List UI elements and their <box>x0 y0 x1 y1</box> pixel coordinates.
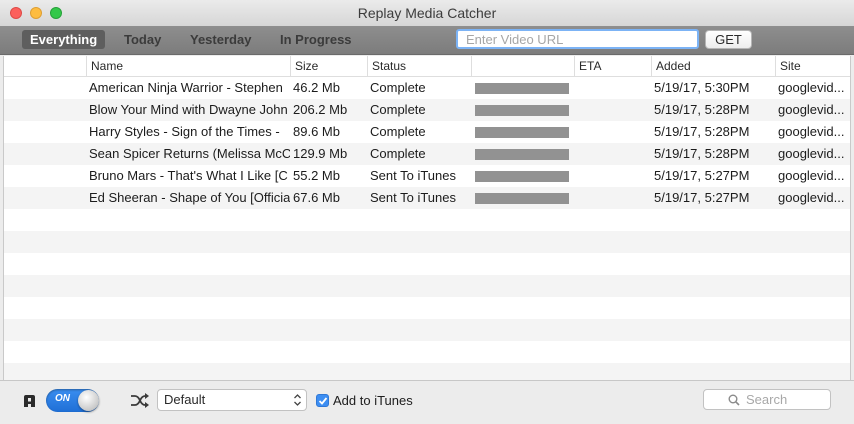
window-title: Replay Media Catcher <box>357 5 497 21</box>
progress-bar <box>475 193 569 204</box>
cell-eta <box>574 143 651 165</box>
table-row[interactable]: Blow Your Mind with Dwayne John 206.2 Mb C… <box>4 99 850 121</box>
cell-name: Bruno Mars - That's What I Like [C <box>89 168 288 183</box>
cell-eta <box>574 99 651 121</box>
app-logo-icon <box>24 395 35 407</box>
toggle-label: ON <box>55 393 70 404</box>
add-to-itunes-label[interactable]: Add to iTunes <box>333 393 413 408</box>
empty-row <box>4 209 850 231</box>
column-header-eta[interactable]: ETA <box>574 56 651 76</box>
cell-name: Harry Styles - Sign of the Times - <box>89 124 280 139</box>
empty-row <box>4 253 850 275</box>
cell-status: Complete <box>370 102 426 117</box>
table-row[interactable]: Harry Styles - Sign of the Times - 89.6 M… <box>4 121 850 143</box>
progress-bar <box>475 83 569 94</box>
table-row[interactable]: American Ninja Warrior - Stephen 46.2 Mb C… <box>4 77 850 99</box>
cell-status: Sent To iTunes <box>370 168 456 183</box>
progress-bar <box>475 127 569 138</box>
cell-eta <box>574 77 651 99</box>
progress-bar <box>475 171 569 182</box>
cell-name: Sean Spicer Returns (Melissa McCa <box>89 146 290 161</box>
table-row[interactable]: Bruno Mars - That's What I Like [C 55.2 M… <box>4 165 850 187</box>
cell-eta <box>574 121 651 143</box>
cell-site: googlevid... <box>778 190 845 205</box>
cell-site: googlevid... <box>778 146 845 161</box>
search-icon <box>728 394 740 406</box>
column-header-progress[interactable] <box>471 56 574 76</box>
cell-size: 55.2 Mb <box>293 168 340 183</box>
column-header-size[interactable]: Size <box>290 56 367 76</box>
checkmark-icon <box>318 397 328 405</box>
cell-name: American Ninja Warrior - Stephen <box>89 80 283 95</box>
cell-added: 5/19/17, 5:27PM <box>654 168 750 183</box>
get-button[interactable]: GET <box>705 30 752 49</box>
title-bar: Replay Media Catcher <box>0 0 854 26</box>
column-header-added[interactable]: Added <box>651 56 775 76</box>
preset-select[interactable]: Default <box>157 389 307 411</box>
cell-added: 5/19/17, 5:30PM <box>654 80 750 95</box>
app-window: Replay Media Catcher Everything Today Ye… <box>0 0 854 424</box>
capture-toggle[interactable]: ON <box>46 389 99 412</box>
bottom-bar: ON Default Add to iTunes <box>0 380 854 424</box>
empty-row <box>4 319 850 341</box>
cell-name: Ed Sheeran - Shape of You [Officia <box>89 190 290 205</box>
cell-added: 5/19/17, 5:28PM <box>654 146 750 161</box>
cell-size: 46.2 Mb <box>293 80 340 95</box>
table-header: Name Size Status ETA Added Site <box>4 56 850 77</box>
cell-size: 67.6 Mb <box>293 190 340 205</box>
shuffle-icon[interactable] <box>130 392 150 409</box>
toolbar: Everything Today Yesterday In Progress G… <box>0 26 854 55</box>
cell-status: Sent To iTunes <box>370 190 456 205</box>
empty-row <box>4 275 850 297</box>
cell-size: 129.9 Mb <box>293 146 348 161</box>
cell-status: Complete <box>370 80 426 95</box>
empty-row <box>4 231 850 253</box>
cell-eta <box>574 165 651 187</box>
video-url-input[interactable] <box>456 29 699 49</box>
updown-chevron-icon <box>294 394 301 406</box>
search-input[interactable] <box>703 389 831 410</box>
empty-row <box>4 341 850 363</box>
tab-today[interactable]: Today <box>124 30 161 49</box>
preset-select-value: Default <box>164 392 206 407</box>
cell-site: googlevid... <box>778 168 845 183</box>
cell-added: 5/19/17, 5:28PM <box>654 102 750 117</box>
column-header-site[interactable]: Site <box>775 56 850 76</box>
progress-bar <box>475 105 569 116</box>
toggle-knob <box>78 390 99 411</box>
cell-status: Complete <box>370 124 426 139</box>
progress-bar <box>475 149 569 160</box>
cell-site: googlevid... <box>778 80 845 95</box>
cell-status: Complete <box>370 146 426 161</box>
column-header-status[interactable]: Status <box>367 56 471 76</box>
tab-everything[interactable]: Everything <box>22 30 106 49</box>
add-to-itunes-checkbox[interactable] <box>316 394 329 407</box>
column-header-name[interactable]: Name <box>86 56 290 76</box>
cell-size: 89.6 Mb <box>293 124 340 139</box>
cell-added: 5/19/17, 5:27PM <box>654 190 750 205</box>
cell-name: Blow Your Mind with Dwayne John <box>89 102 288 117</box>
empty-row <box>4 297 850 319</box>
cell-size: 206.2 Mb <box>293 102 348 117</box>
cell-eta <box>574 187 651 209</box>
downloads-table: Name Size Status ETA Added Site American… <box>3 56 851 380</box>
cell-site: googlevid... <box>778 102 845 117</box>
table-row[interactable]: Sean Spicer Returns (Melissa McCa 129.9 M… <box>4 143 850 165</box>
tab-yesterday[interactable]: Yesterday <box>190 30 251 49</box>
tab-in-progress[interactable]: In Progress <box>280 30 352 49</box>
cell-added: 5/19/17, 5:28PM <box>654 124 750 139</box>
empty-row <box>4 363 850 380</box>
table-row[interactable]: Ed Sheeran - Shape of You [Officia 67.6 M… <box>4 187 850 209</box>
cell-site: googlevid... <box>778 124 845 139</box>
